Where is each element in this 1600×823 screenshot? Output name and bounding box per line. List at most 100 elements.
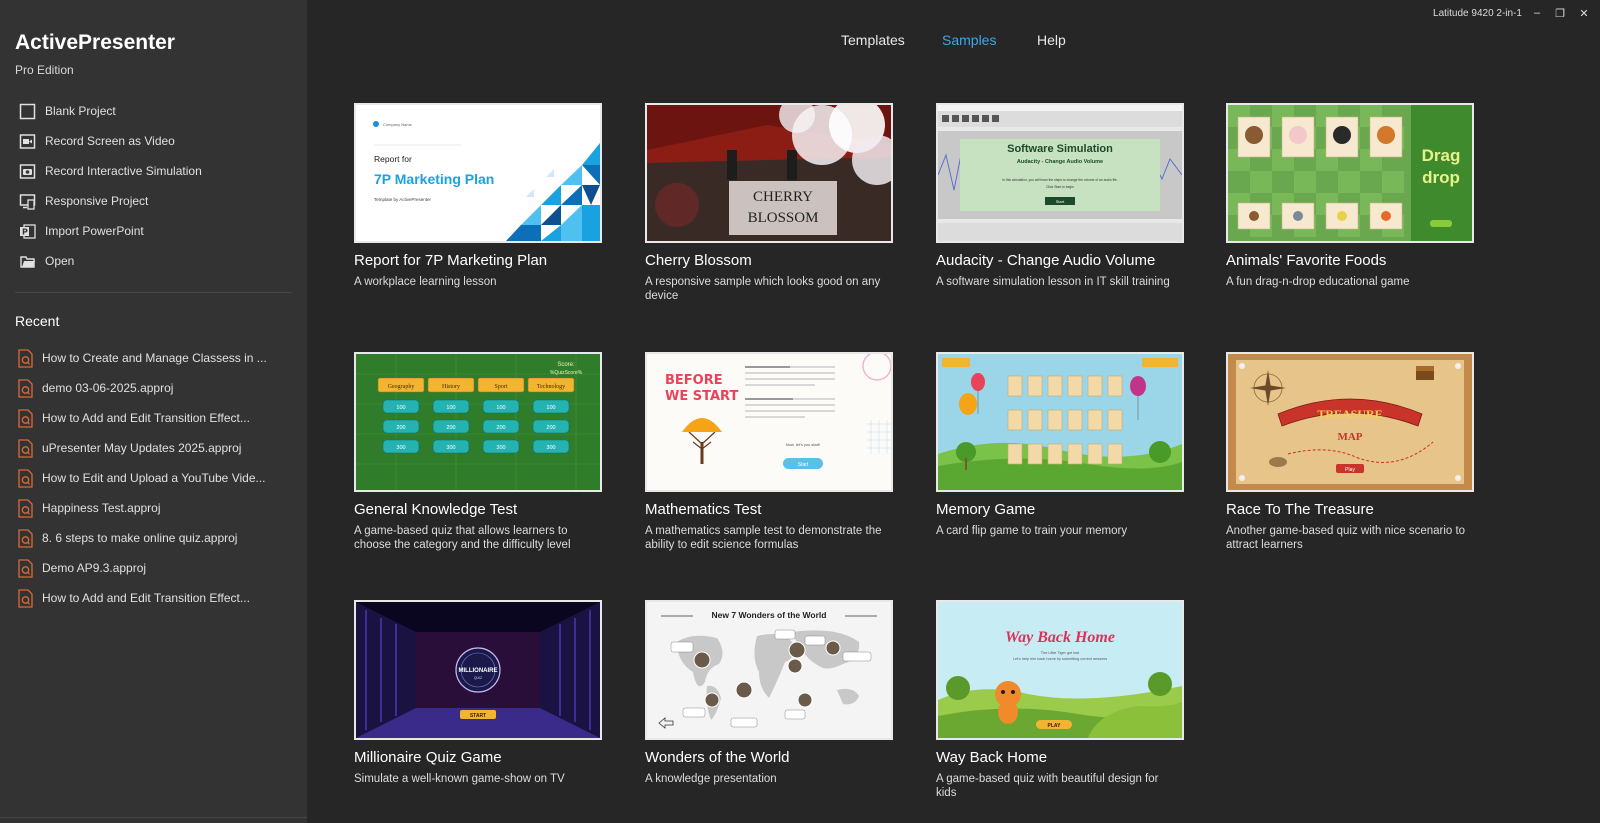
close-icon: ✕ xyxy=(1579,7,1589,20)
thumb-brand: Company Name xyxy=(383,122,413,127)
thumb-sub: Audacity - Change Audio Volume xyxy=(1017,159,1103,165)
tab-templates[interactable]: Templates xyxy=(841,32,905,48)
approj-file-icon xyxy=(18,528,33,548)
thumb-heading: New 7 Wonders of the World xyxy=(712,610,827,620)
recent-item-label: How to Create and Manage Classess in ... xyxy=(42,351,267,365)
tab-help[interactable]: Help xyxy=(1037,32,1066,48)
sidebar: ActivePresenter Pro Edition Blank Projec… xyxy=(0,0,307,823)
thumb-play-button: Play xyxy=(1345,467,1355,473)
sample-card-general-knowledge[interactable]: Score: %QuizScore% Geography History Spo… xyxy=(354,352,602,552)
blank-project-button[interactable]: Blank Project xyxy=(0,96,307,126)
sample-card-mathematics[interactable]: BEFORE WE START Now, let's you start! St… xyxy=(645,352,893,552)
approj-file-icon xyxy=(18,468,33,488)
sample-description: A fun drag-n-drop educational game xyxy=(1226,276,1410,288)
record-screen-video-button[interactable]: Record Screen as Video xyxy=(0,126,307,156)
responsive-project-button[interactable]: Responsive Project xyxy=(0,186,307,216)
action-label: Open xyxy=(45,254,75,268)
sample-thumbnail: New 7 Wonders of the World xyxy=(645,600,893,740)
sample-card-animals-foods[interactable]: Drag drop Animals' Favorite Foods A fun … xyxy=(1226,103,1474,289)
open-folder-icon xyxy=(18,252,37,271)
sample-thumbnail: Drag drop xyxy=(1226,103,1474,243)
sample-thumbnail: Software Simulation Audacity - Change Au… xyxy=(936,103,1184,243)
start-actions: Blank Project Record Screen as Video Rec… xyxy=(0,96,307,276)
recent-item[interactable]: Demo AP9.3.approj xyxy=(0,553,307,583)
approj-file-icon xyxy=(18,438,33,458)
thumb-line3: Template by ActivePresenter xyxy=(374,197,432,202)
thumb-line1: Report for xyxy=(374,154,412,164)
recent-item-label: Demo AP9.3.approj xyxy=(42,561,147,575)
sample-title: Cherry Blossom xyxy=(645,252,752,269)
thumb-line2: MAP xyxy=(1337,431,1362,443)
sample-thumbnail: Way Back Home The Little Tiger got lost … xyxy=(936,600,1184,740)
thumb-start-button: Start xyxy=(1056,199,1065,204)
sample-description: A knowledge presentation xyxy=(645,773,777,785)
sample-card-marketing-plan[interactable]: Company Name Report for 7P Marketing Pla… xyxy=(354,103,602,289)
thumb-line1: CHERRY xyxy=(753,189,813,205)
import-powerpoint-button[interactable]: P Import PowerPoint xyxy=(0,216,307,246)
sample-thumbnail: MILLIONAIRE QUIZ START xyxy=(354,600,602,740)
recent-item[interactable]: Happiness Test.approj xyxy=(0,493,307,523)
sample-thumbnail: Company Name Report for 7P Marketing Pla… xyxy=(354,103,602,243)
thumb-points: 100 xyxy=(496,405,505,411)
thumb-lets: Now, let's you start! xyxy=(786,442,821,447)
minimize-button[interactable]: – xyxy=(1527,5,1547,21)
recent-item[interactable]: How to Create and Manage Classess in ... xyxy=(0,343,307,373)
thumb-category: Geography xyxy=(388,384,415,390)
thumb-points: 100 xyxy=(446,405,455,411)
sample-title: General Knowledge Test xyxy=(354,501,518,518)
sample-card-cherry-blossom[interactable]: CHERRY BLOSSOM Cherry Blossom A responsi… xyxy=(645,103,893,303)
sample-title: Race To The Treasure xyxy=(1226,501,1374,518)
thumb-points: 300 xyxy=(546,445,555,451)
tab-samples[interactable]: Samples xyxy=(942,32,996,48)
recent-item-label: 8. 6 steps to make online quiz.approj xyxy=(42,531,238,545)
recent-item[interactable]: demo 03-06-2025.approj xyxy=(0,373,307,403)
thumb-points: 300 xyxy=(396,445,405,451)
sample-title: Mathematics Test xyxy=(645,501,762,518)
thumb-points: 100 xyxy=(546,405,555,411)
svg-text:P: P xyxy=(22,227,28,236)
recent-item[interactable]: How to Edit and Upload a YouTube Vide... xyxy=(0,463,307,493)
thumb-category: History xyxy=(442,384,460,390)
thumb-line2: 7P Marketing Plan xyxy=(374,171,494,187)
sample-card-millionaire[interactable]: MILLIONAIRE QUIZ START Millionaire Quiz … xyxy=(354,600,602,786)
sample-card-wonders[interactable]: New 7 Wonders of the World Wonders of th… xyxy=(645,600,893,786)
thumb-sub2: Let's help him back home by submitting c… xyxy=(1013,657,1107,661)
sample-thumbnail xyxy=(936,352,1184,492)
recent-item[interactable]: How to Add and Edit Transition Effect... xyxy=(0,403,307,433)
thumb-points: 200 xyxy=(546,425,555,431)
sample-description: A software simulation lesson in IT skill… xyxy=(936,276,1170,288)
restore-button[interactable]: ❐ xyxy=(1550,5,1570,21)
restore-icon: ❐ xyxy=(1555,7,1565,20)
action-label: Record Interactive Simulation xyxy=(45,164,202,178)
thumb-logo: MILLIONAIRE xyxy=(459,668,498,674)
sample-card-audacity[interactable]: Software Simulation Audacity - Change Au… xyxy=(936,103,1184,289)
responsive-devices-icon xyxy=(18,192,37,211)
sample-title: Memory Game xyxy=(936,501,1036,518)
sample-title: Wonders of the World xyxy=(645,749,790,766)
recent-item[interactable]: How to Add and Edit Transition Effect... xyxy=(0,583,307,613)
sample-title: Animals' Favorite Foods xyxy=(1226,252,1387,269)
sample-card-way-back-home[interactable]: Way Back Home The Little Tiger got lost … xyxy=(936,600,1184,800)
sample-card-memory-game[interactable]: Memory Game A card flip game to train yo… xyxy=(936,352,1184,538)
close-button[interactable]: ✕ xyxy=(1574,5,1594,21)
recent-item[interactable]: 8. 6 steps to make online quiz.approj xyxy=(0,523,307,553)
recent-item-label: demo 03-06-2025.approj xyxy=(42,381,174,395)
thumb-line2: BLOSSOM xyxy=(748,210,819,226)
sample-description: A game-based quiz with beautiful design … xyxy=(936,773,1159,799)
action-label: Blank Project xyxy=(45,104,116,118)
action-label: Import PowerPoint xyxy=(45,224,144,238)
thumb-sub1: The Little Tiger got lost xyxy=(1041,651,1080,655)
sample-description: A responsive sample which looks good on … xyxy=(645,276,881,302)
sample-thumbnail: CHERRY BLOSSOM xyxy=(645,103,893,243)
recent-heading: Recent xyxy=(15,313,60,329)
recent-item[interactable]: uPresenter May Updates 2025.approj xyxy=(0,433,307,463)
open-button[interactable]: Open xyxy=(0,246,307,276)
minimize-icon: – xyxy=(1533,7,1541,19)
sample-title: Way Back Home xyxy=(936,749,1048,766)
thumb-body1: In this simulation, you will learn the s… xyxy=(1002,178,1118,182)
blank-project-icon xyxy=(18,102,37,121)
record-interactive-simulation-button[interactable]: Record Interactive Simulation xyxy=(0,156,307,186)
sample-card-treasure[interactable]: TREASURE MAP Play Race To The Treasure A… xyxy=(1226,352,1474,552)
thumb-line1: TREASURE xyxy=(1317,407,1382,421)
sample-thumbnail: Score: %QuizScore% Geography History Spo… xyxy=(354,352,602,492)
